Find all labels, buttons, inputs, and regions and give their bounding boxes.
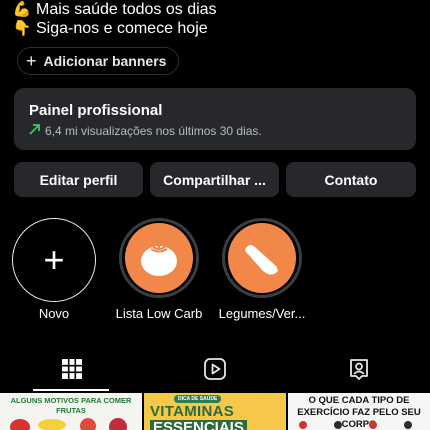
highlight-lista-low-carb[interactable]: Lista Low Carb: [109, 218, 209, 321]
edit-profile-button[interactable]: Editar perfil: [14, 162, 143, 197]
highlight-ring[interactable]: [119, 218, 199, 298]
profile-actions: Editar perfil Compartilhar ... Contato: [14, 162, 416, 197]
pointing-down-icon: 👇: [12, 20, 32, 37]
panel-subtitle-row: 6,4 mi visualizações nos últimos 30 dias…: [29, 123, 402, 138]
cucumber-icon: [245, 245, 278, 275]
bio-line-1: 💪 Mais saúde todos os dias: [12, 0, 217, 20]
exercise-figures-image: [299, 421, 412, 429]
plus-icon: +: [26, 51, 37, 71]
highlight-new-circle[interactable]: +: [12, 218, 96, 302]
contact-button[interactable]: Contato: [286, 162, 416, 197]
tomato-icon: [141, 244, 177, 276]
fruits-image: [10, 418, 127, 430]
post-thumbnail[interactable]: O QUE CADA TIPO DE EXERCÍCIO FAZ PELO SE…: [288, 393, 430, 430]
panel-subtitle: 6,4 mi visualizações nos últimos 30 dias…: [45, 123, 262, 138]
flexed-biceps-icon: 💪: [12, 1, 32, 18]
post-badge: DICA DE SAÚDE: [174, 395, 222, 403]
highlight-label: Novo: [38, 306, 70, 321]
tab-posts-grid[interactable]: [0, 346, 143, 391]
panel-title: Painel profissional: [29, 102, 163, 119]
reels-play-icon: [203, 357, 226, 380]
trending-up-arrow-icon: [29, 123, 40, 138]
bio-line-2: 👇 Siga-nos e comece hoje: [12, 19, 208, 39]
post-caption-2: ESSENCIAIS: [150, 420, 247, 430]
profile-tabs: [0, 346, 430, 391]
highlight-ring[interactable]: [222, 218, 302, 298]
add-banners-button[interactable]: + Adicionar banners: [17, 47, 180, 75]
professional-dashboard-panel[interactable]: Painel profissional 6,4 mi visualizações…: [14, 88, 416, 150]
active-tab-indicator: [33, 389, 109, 391]
bio-text-2: Siga-nos e comece hoje: [36, 20, 208, 37]
post-grid: ALGUNS MOTIVOS PARA COMER FRUTAS DICA DE…: [0, 393, 430, 430]
highlight-new[interactable]: + Novo: [4, 218, 104, 321]
tagged-person-icon: [349, 358, 368, 380]
post-thumbnail[interactable]: ALGUNS MOTIVOS PARA COMER FRUTAS: [0, 393, 142, 430]
highlight-cover: [228, 223, 296, 293]
highlight-legumes-verduras[interactable]: Legumes/Ver...: [212, 218, 312, 321]
plus-icon: +: [43, 239, 65, 280]
add-banners-label: Adicionar banners: [43, 53, 167, 69]
highlight-label: Lista Low Carb: [115, 306, 203, 321]
post-thumbnail[interactable]: DICA DE SAÚDE VITAMINAS ESSENCIAIS: [144, 393, 286, 430]
tab-tagged[interactable]: [287, 346, 430, 391]
post-caption: VITAMINAS: [150, 403, 235, 420]
highlight-label: Legumes/Ver...: [218, 306, 306, 321]
highlight-cover: [125, 223, 193, 293]
bio-text-1: Mais saúde todos os dias: [36, 1, 217, 18]
tab-reels[interactable]: [143, 346, 286, 391]
grid-icon: [61, 358, 82, 379]
share-profile-button[interactable]: Compartilhar ...: [150, 162, 279, 197]
